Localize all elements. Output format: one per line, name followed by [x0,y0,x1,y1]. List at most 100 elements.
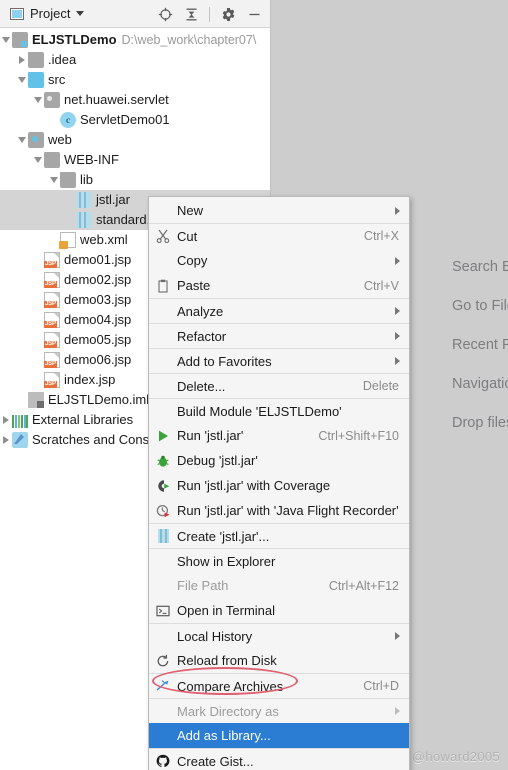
menu-item-add-as-library[interactable]: Add as Library... [149,723,409,748]
tree-node-label: External Libraries [32,412,134,427]
tree-node-servletdemo01[interactable]: c ServletDemo01 [0,110,270,130]
menu-item-create-jstl-jar[interactable]: Create 'jstl.jar'... [149,523,409,548]
submenu-arrow-icon [395,256,400,265]
xml-file-icon [59,232,76,249]
menu-item-shortcut: Ctrl+Alt+F12 [328,578,399,593]
menu-item-shortcut: Ctrl+D [363,679,399,693]
tree-twisty-empty [32,270,44,290]
idea-window: Search Everywhere Go to File Recent File… [0,0,508,770]
tree-node-label: ELJSTLDemo.iml [48,392,150,407]
jsp-file-icon: JSP [44,252,60,268]
panel-title: Project [30,6,71,21]
folder-gray-icon [60,172,76,188]
menu-item-label: Mark Directory as [177,703,279,719]
chevron-right-icon[interactable] [16,50,28,70]
menu-icon-blank [153,703,173,719]
github-icon [153,753,173,769]
chevron-down-icon[interactable] [16,70,28,90]
chevron-right-icon[interactable] [0,410,12,430]
compare-icon [153,678,173,694]
menu-item-label: Reload from Disk [177,653,277,668]
menu-item-compare-archives[interactable]: Compare Archives Ctrl+D [149,673,409,698]
submenu-arrow-icon [395,332,400,340]
menu-icon-blank [153,353,173,369]
chevron-down-icon[interactable] [16,130,28,150]
project-title-group[interactable]: Project [0,6,85,21]
tree-node-lib[interactable]: lib [0,170,270,190]
jsp-file-icon: JSP [44,332,60,348]
tree-twisty-empty [32,290,44,310]
chevron-down-icon[interactable] [32,150,44,170]
menu-item-label: New [177,203,204,218]
jsp-file-icon: JSP [44,352,60,368]
menu-item-label: Run 'jstl.jar' [177,428,244,443]
menu-icon-blank [153,303,173,319]
tree-node-label: net.huawei.servlet [64,92,169,107]
tree-node-label: demo05.jsp [64,332,132,347]
menu-item-run-jstl-jar[interactable]: Run 'jstl.jar' Ctrl+Shift+F10 [149,423,409,448]
menu-icon-blank [153,553,173,569]
menu-icon-blank [153,403,173,419]
tree-twisty-empty [32,370,44,390]
package-icon [44,92,60,108]
toolbar-separator [209,6,210,22]
tree-node-web-inf[interactable]: WEB-INF [0,150,270,170]
submenu-arrow-icon [395,206,400,215]
menu-item-label: Analyze [177,303,224,319]
menu-item-run-jstl-jar-with-coverage[interactable]: Run 'jstl.jar' with Coverage [149,473,409,498]
run-coverage-icon [153,478,173,494]
menu-item-label: Copy [177,253,208,268]
menu-item-label: Run 'jstl.jar' with Coverage [177,478,331,493]
menu-item-open-in-terminal[interactable]: Open in Terminal [149,598,409,623]
menu-item-label: Delete... [177,378,226,394]
collapse-all-icon[interactable] [179,2,203,26]
folder-gray-icon [28,52,44,68]
menu-item-paste[interactable]: Paste Ctrl+V [149,273,409,298]
menu-item-analyze[interactable]: Analyze [149,298,409,323]
menu-item-local-history[interactable]: Local History [149,623,409,648]
menu-item-shortcut: Delete [362,379,399,393]
menu-item-build-module-eljstldemo[interactable]: Build Module 'ELJSTLDemo' [149,398,409,423]
menu-item-copy[interactable]: Copy [149,248,409,273]
tree-node-net-huawei-servlet[interactable]: net.huawei.servlet [0,90,270,110]
menu-item-delete[interactable]: Delete... Delete [149,373,409,398]
project-window-icon [10,7,24,20]
menu-item-shortcut: Ctrl+V [363,278,399,293]
menu-item-new[interactable]: New [149,198,409,223]
menu-item-run-jstl-jar-with-java-flight-recorder[interactable]: Run 'jstl.jar' with 'Java Flight Recorde… [149,498,409,523]
tree-node-web[interactable]: web [0,130,270,150]
project-panel-toolbar [153,0,266,28]
menu-item-label: Paste [177,278,211,293]
tree-node-label: web [48,132,72,147]
menu-icon-blank [153,203,173,219]
menu-item-create-gist[interactable]: Create Gist... [149,748,409,770]
tree-node-label: lib [80,172,94,187]
menu-item-cut[interactable]: Cut Ctrl+X [149,223,409,248]
chevron-down-icon[interactable] [76,11,85,16]
folder-source-icon [28,72,44,88]
tree-node--idea[interactable]: .idea [0,50,270,70]
tree-node-label: demo04.jsp [64,312,132,327]
chevron-down-icon[interactable] [32,90,44,110]
tree-node-eljstldemo[interactable]: ELJSTLDemo D:\web_work\chapter07\ [0,30,270,50]
hide-icon[interactable] [242,2,266,26]
menu-item-label: File Path [177,578,229,593]
chevron-right-icon[interactable] [0,430,12,450]
menu-icon-blank [153,378,173,394]
menu-icon-blank [153,628,173,644]
menu-item-refactor[interactable]: Refactor [149,323,409,348]
settings-gear-icon[interactable] [216,2,240,26]
menu-item-add-to-favorites[interactable]: Add to Favorites [149,348,409,373]
chevron-down-icon[interactable] [48,170,60,190]
menu-item-debug-jstl-jar[interactable]: Debug 'jstl.jar' [149,448,409,473]
terminal-icon [153,603,173,619]
menu-item-reload-from-disk[interactable]: Reload from Disk [149,648,409,673]
menu-item-show-in-explorer[interactable]: Show in Explorer [149,548,409,573]
menu-item-label: Cut [177,228,198,244]
context-menu[interactable]: New Cut Ctrl+X Copy Paste Ctrl+V Analyze Refact… [148,196,410,770]
tree-node-label: web.xml [80,232,128,247]
tree-node-src[interactable]: src [0,70,270,90]
locate-icon[interactable] [153,2,177,26]
chevron-down-icon[interactable] [0,30,12,50]
menu-item-mark-directory-as: Mark Directory as [149,698,409,723]
